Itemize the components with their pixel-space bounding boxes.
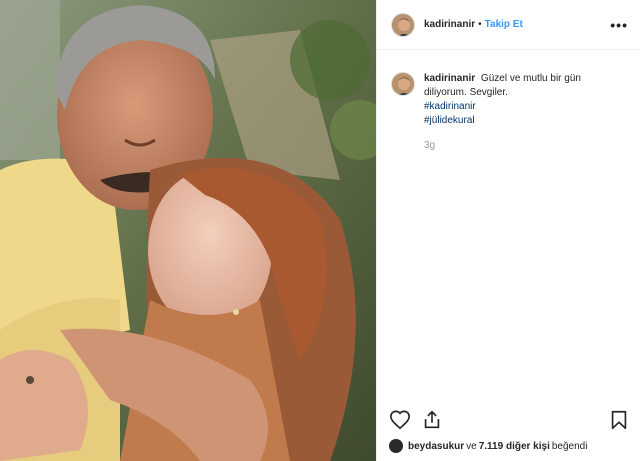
more-options-icon[interactable]: ••• xyxy=(610,17,628,33)
liker-avatar[interactable] xyxy=(389,439,403,453)
hashtag-link[interactable]: #jülidekural xyxy=(424,114,614,128)
share-icon[interactable] xyxy=(421,409,443,431)
avatar-image xyxy=(392,13,414,36)
likes-connector: ve xyxy=(466,440,477,452)
hashtag-link[interactable]: #kadirinanir xyxy=(424,100,614,114)
action-bar xyxy=(377,405,640,435)
heart-icon[interactable] xyxy=(389,409,411,431)
likes-row: beydasukur ve 7.119 diğer kişi beğendi xyxy=(377,435,640,457)
caption-row: kadirinanir Güzel ve mutlu bir gün diliy… xyxy=(377,50,640,128)
separator-dot: • xyxy=(478,19,482,30)
header-username[interactable]: kadirinanir xyxy=(424,19,475,30)
bookmark-icon[interactable] xyxy=(608,409,630,431)
caption-username[interactable]: kadirinanir xyxy=(424,73,475,84)
likes-count[interactable]: 7.119 diğer kişi xyxy=(479,441,550,452)
caption: kadirinanir Güzel ve mutlu bir gün diliy… xyxy=(424,72,614,128)
post-time[interactable]: 3g xyxy=(424,140,640,151)
likes-suffix: beğendi xyxy=(551,440,588,452)
follow-button[interactable]: Takip Et xyxy=(485,19,523,30)
avatar[interactable] xyxy=(391,12,415,37)
liker-username[interactable]: beydasukur xyxy=(408,441,464,452)
post-sidebar: kadirinanir • Takip Et ••• kadirinanir G… xyxy=(376,0,640,461)
caption-avatar[interactable] xyxy=(391,72,415,96)
post-header: kadirinanir • Takip Et ••• xyxy=(377,0,640,50)
avatar-image xyxy=(392,73,414,95)
instagram-post: kadirinanir • Takip Et ••• kadirinanir G… xyxy=(0,0,640,461)
post-photo[interactable] xyxy=(0,0,376,461)
photo-illustration xyxy=(0,0,376,461)
